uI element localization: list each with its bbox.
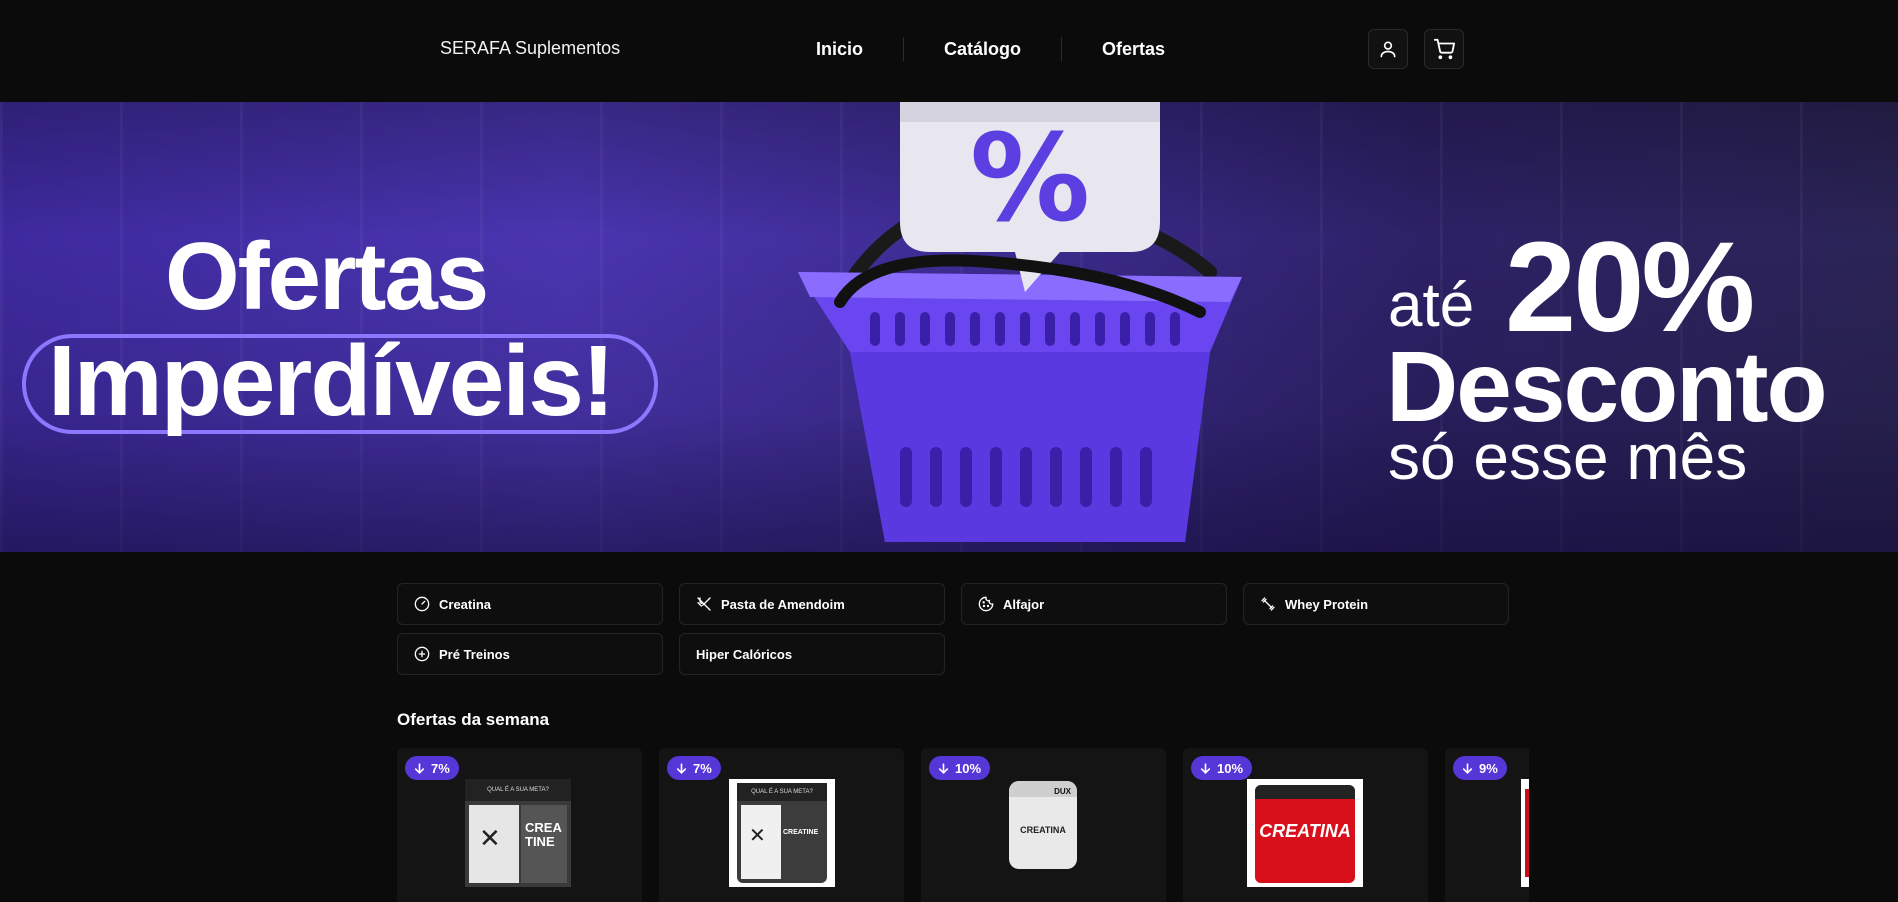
shopping-cart-icon [1433,38,1455,60]
banner-so-esse-mes: só esse mês [1388,421,1748,493]
category-whey-protein[interactable]: Whey Protein [1243,583,1509,625]
category-label: Pasta de Amendoim [721,596,845,612]
arrow-down-icon [676,762,687,774]
category-alfajor[interactable]: Alfajor [961,583,1227,625]
banner-title-imperdiveis: Imperdíveis! [48,325,615,437]
category-label: Creatina [439,596,492,612]
arrow-down-icon [1200,762,1211,774]
arrow-down-icon [938,762,949,774]
product-image[interactable]: DUX CREATINA [1007,779,1079,871]
dumbbell-icon [1261,597,1275,611]
brand-name[interactable]: SERAFA Suplementos [440,38,620,59]
product-card[interactable]: 7% QUAL É A SUA META? CREA TINE ✕ [397,748,642,902]
product-card[interactable]: 9% [1445,748,1529,902]
discount-badge: 7% [405,756,459,780]
discount-value: 7% [431,760,450,776]
category-label: Whey Protein [1285,596,1369,612]
nav-inicio[interactable]: Inicio [800,39,903,60]
discount-badge: 10% [1191,756,1253,780]
discount-value: 10% [1217,760,1244,776]
category-hiper-caloricos[interactable]: Hiper Calóricos [679,633,945,675]
category-creatina[interactable]: Creatina [397,583,663,625]
plus-circle-icon [414,646,430,662]
offers-carousel[interactable]: 7% QUAL É A SUA META? CREA TINE ✕ 7% QUA… [397,748,1529,902]
arrow-down-icon [1462,762,1473,774]
discount-badge: 10% [929,756,991,780]
main-nav: Inicio Catálogo Ofertas [800,26,1205,72]
product-card[interactable]: 7% QUAL É A SUA META? CREATINE ✕ [659,748,904,902]
product-card[interactable]: 10% DUX CREATINA [921,748,1166,902]
promo-banner[interactable]: Ofertas Imperdíveis! % até 20% Desconto … [0,102,1898,552]
account-button[interactable] [1368,29,1408,69]
nav-ofertas[interactable]: Ofertas [1062,39,1205,60]
category-pre-treinos[interactable]: Pré Treinos [397,633,663,675]
category-label: Alfajor [1003,596,1045,612]
product-image[interactable]: QUAL É A SUA META? CREATINE ✕ [729,779,835,887]
product-image[interactable]: CREATINA [1247,779,1363,887]
discount-value: 9% [1479,760,1498,776]
discount-badge: 9% [1453,756,1507,780]
shopping-basket-illustration: % [798,102,1242,542]
user-icon [1380,41,1396,58]
product-card[interactable]: 10% CREATINA [1183,748,1428,902]
discount-value: 10% [955,760,982,776]
cookie-icon [978,596,994,612]
category-label: Hiper Calóricos [696,646,793,662]
utensils-crossed-icon [697,597,711,611]
site-header: SERAFA Suplementos Inicio Catálogo Ofert… [0,0,1898,102]
gauge-icon [414,596,430,612]
category-pasta-de-amendoim[interactable]: Pasta de Amendoim [679,583,945,625]
percent-symbol: % [970,110,1090,249]
banner-title-ofertas: Ofertas [165,223,489,330]
arrow-down-icon [414,762,425,774]
offers-section-title: Ofertas da semana [397,710,550,729]
cart-button[interactable] [1424,29,1464,69]
product-image[interactable] [1521,779,1529,887]
category-label: Pré Treinos [439,646,510,662]
discount-value: 7% [693,760,712,776]
nav-catalogo[interactable]: Catálogo [904,39,1061,60]
discount-badge: 7% [667,756,721,780]
product-image[interactable]: QUAL É A SUA META? CREA TINE ✕ [465,779,571,887]
